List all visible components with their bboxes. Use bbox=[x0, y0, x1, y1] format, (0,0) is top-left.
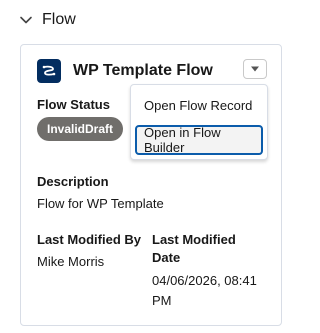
description-label: Description bbox=[37, 174, 109, 189]
flow-status-label: Flow Status bbox=[37, 97, 110, 112]
last-modified-by-label: Last Modified By bbox=[37, 232, 142, 247]
section-title: Flow bbox=[42, 11, 76, 28]
section-header-flow[interactable]: Flow bbox=[18, 11, 76, 29]
description-value: Flow for WP Template bbox=[37, 196, 164, 211]
menu-item-open-flow-record[interactable]: Open Flow Record bbox=[135, 90, 263, 120]
menu-item-open-in-flow-builder[interactable]: Open in Flow Builder bbox=[135, 125, 263, 155]
menu-item-label: Open in Flow Builder bbox=[144, 125, 221, 155]
status-badge: InvalidDraft bbox=[37, 117, 124, 141]
last-modified-date-label-line1: Last Modified bbox=[152, 232, 236, 247]
card-header: WP Template Flow bbox=[37, 57, 267, 85]
last-modified-date-value-line2: PM bbox=[152, 293, 172, 308]
menu-item-label: Open Flow Record bbox=[144, 97, 253, 113]
card-title[interactable]: WP Template Flow bbox=[73, 62, 213, 80]
actions-dropdown-menu: Open Flow Record Open in Flow Builder bbox=[130, 84, 268, 160]
last-modified-date-label-line2: Date bbox=[152, 250, 181, 265]
last-modified-by-value[interactable]: Mike Morris bbox=[37, 252, 104, 272]
last-modified-date-value-line1: 04/06/2026, 08:41 bbox=[152, 273, 257, 288]
chevron-down-icon bbox=[18, 12, 34, 28]
caret-down-icon bbox=[250, 60, 260, 78]
flow-icon bbox=[37, 59, 61, 83]
actions-menu-button[interactable] bbox=[243, 59, 267, 79]
